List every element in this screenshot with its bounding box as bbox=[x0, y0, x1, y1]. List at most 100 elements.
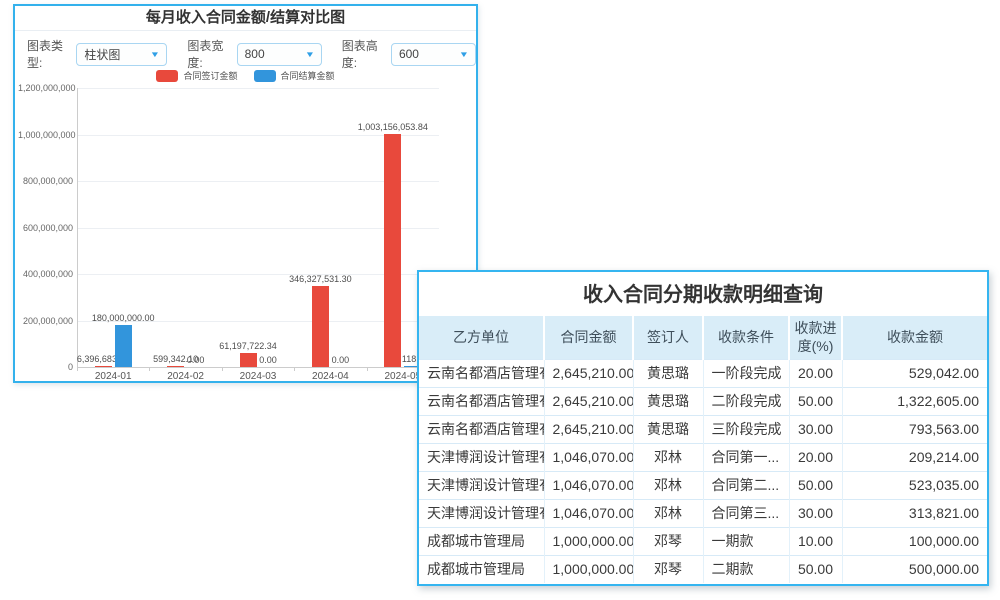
signer-cell: 邓琴 bbox=[633, 527, 703, 555]
bar-value-label: 0.00 bbox=[187, 355, 205, 365]
y-axis-tick-label: 600,000,000 bbox=[18, 223, 73, 233]
column-header[interactable]: 乙方单位 bbox=[419, 316, 544, 359]
party-b-link[interactable]: 天津博润设计管理有限公司 bbox=[419, 443, 544, 471]
progress-cell: 50.00 bbox=[789, 471, 842, 499]
y-axis-tick-label: 0 bbox=[18, 362, 73, 372]
bar-value-label: 1,003,156,053.84 bbox=[358, 122, 428, 132]
contract-amount-cell: 1,046,070.00 bbox=[544, 443, 633, 471]
amount-cell: 529,042.00 bbox=[842, 359, 987, 387]
amount-cell: 209,214.00 bbox=[842, 443, 987, 471]
progress-cell: 50.00 bbox=[789, 555, 842, 583]
table-body: 云南名都酒店管理有限公司2,645,210.00黄思璐一阶段完成20.00529… bbox=[419, 359, 987, 583]
contract-amount-cell: 1,000,000.00 bbox=[544, 555, 633, 583]
bar-合同签订金额 bbox=[384, 134, 401, 367]
amount-cell: 500,000.00 bbox=[842, 555, 987, 583]
signer-cell: 黄思璐 bbox=[633, 359, 703, 387]
x-axis-category-label: 2024-04 bbox=[312, 371, 349, 382]
condition-cell: 一阶段完成 bbox=[703, 359, 789, 387]
party-b-link[interactable]: 成都城市管理局 bbox=[419, 527, 544, 555]
gridline bbox=[77, 88, 439, 89]
y-axis-tick-label: 800,000,000 bbox=[18, 176, 73, 186]
progress-cell: 50.00 bbox=[789, 387, 842, 415]
amount-cell: 793,563.00 bbox=[842, 415, 987, 443]
installments-table: 乙方单位合同金额签订人收款条件收款进度(%)收款金额 云南名都酒店管理有限公司2… bbox=[419, 316, 987, 583]
signer-cell: 邓林 bbox=[633, 471, 703, 499]
condition-cell: 一期款 bbox=[703, 527, 789, 555]
contract-amount-cell: 2,645,210.00 bbox=[544, 359, 633, 387]
x-axis-tick bbox=[222, 367, 223, 371]
signer-cell: 邓林 bbox=[633, 499, 703, 527]
y-axis-tick-label: 1,000,000,000 bbox=[18, 130, 73, 140]
amount-cell: 313,821.00 bbox=[842, 499, 987, 527]
amount-cell: 1,322,605.00 bbox=[842, 387, 987, 415]
table-title: 收入合同分期收款明细查询 bbox=[419, 272, 987, 316]
party-b-link[interactable]: 天津博润设计管理有限公司 bbox=[419, 471, 544, 499]
table-row: 成都城市管理局1,000,000.00邓琴二期款50.00500,000.00 bbox=[419, 555, 987, 583]
progress-cell: 20.00 bbox=[789, 359, 842, 387]
x-axis-tick bbox=[367, 367, 368, 371]
bar-value-label: 61,197,722.34 bbox=[219, 341, 277, 351]
column-header[interactable]: 收款进度(%) bbox=[789, 316, 842, 359]
bar-合同签订金额 bbox=[240, 353, 257, 367]
column-header[interactable]: 签订人 bbox=[633, 316, 703, 359]
condition-cell: 二期款 bbox=[703, 555, 789, 583]
bar-value-label: 0.00 bbox=[259, 355, 277, 365]
table-row: 天津博润设计管理有限公司1,046,070.00邓林合同第二...50.0052… bbox=[419, 471, 987, 499]
x-axis-tick bbox=[77, 367, 78, 371]
contract-amount-cell: 1,000,000.00 bbox=[544, 527, 633, 555]
table-row: 成都城市管理局1,000,000.00邓琴一期款10.00100,000.00 bbox=[419, 527, 987, 555]
y-axis-tick-label: 200,000,000 bbox=[18, 316, 73, 326]
condition-cell: 合同第二... bbox=[703, 471, 789, 499]
condition-cell: 合同第三... bbox=[703, 499, 789, 527]
bar-chart: 1,200,000,000 1,000,000,000 800,000,000 600… bbox=[15, 6, 476, 381]
amount-cell: 523,035.00 bbox=[842, 471, 987, 499]
bar-合同签订金额 bbox=[95, 366, 112, 367]
x-axis-category-label: 2024-02 bbox=[167, 371, 204, 382]
contract-amount-cell: 2,645,210.00 bbox=[544, 387, 633, 415]
progress-cell: 20.00 bbox=[789, 443, 842, 471]
party-b-link[interactable]: 天津博润设计管理有限公司 bbox=[419, 499, 544, 527]
signer-cell: 邓琴 bbox=[633, 555, 703, 583]
bar-合同签订金额 bbox=[167, 366, 184, 367]
table-row: 云南名都酒店管理有限公司2,645,210.00黄思璐三阶段完成30.00793… bbox=[419, 415, 987, 443]
signer-cell: 黄思璐 bbox=[633, 415, 703, 443]
x-axis-tick bbox=[149, 367, 150, 371]
column-header[interactable]: 收款金额 bbox=[842, 316, 987, 359]
contract-amount-cell: 2,645,210.00 bbox=[544, 415, 633, 443]
bar-value-label: 0.00 bbox=[332, 355, 350, 365]
bar-value-label: 180,000,000.00 bbox=[92, 313, 155, 323]
progress-cell: 30.00 bbox=[789, 415, 842, 443]
contract-amount-cell: 1,046,070.00 bbox=[544, 499, 633, 527]
table-header-row: 乙方单位合同金额签订人收款条件收款进度(%)收款金额 bbox=[419, 316, 987, 359]
y-axis-tick-label: 1,200,000,000 bbox=[18, 83, 73, 93]
party-b-link[interactable]: 云南名都酒店管理有限公司 bbox=[419, 359, 544, 387]
amount-cell: 100,000.00 bbox=[842, 527, 987, 555]
column-header[interactable]: 合同金额 bbox=[544, 316, 633, 359]
chart-panel: 每月收入合同金额/结算对比图 图表类型:柱状图▼图表宽度:800▼图表高度:60… bbox=[13, 4, 478, 383]
signer-cell: 邓林 bbox=[633, 443, 703, 471]
condition-cell: 三阶段完成 bbox=[703, 415, 789, 443]
bar-合同签订金额 bbox=[312, 286, 329, 367]
progress-cell: 30.00 bbox=[789, 499, 842, 527]
party-b-link[interactable]: 云南名都酒店管理有限公司 bbox=[419, 415, 544, 443]
y-axis-tick-label: 400,000,000 bbox=[18, 269, 73, 279]
x-axis bbox=[77, 367, 439, 368]
x-axis-category-label: 2024-05 bbox=[384, 371, 421, 382]
condition-cell: 二阶段完成 bbox=[703, 387, 789, 415]
bar-value-label: 346,327,531.30 bbox=[289, 274, 352, 284]
party-b-link[interactable]: 云南名都酒店管理有限公司 bbox=[419, 387, 544, 415]
progress-cell: 10.00 bbox=[789, 527, 842, 555]
x-axis-tick bbox=[294, 367, 295, 371]
query-table-panel: 收入合同分期收款明细查询 乙方单位合同金额签订人收款条件收款进度(%)收款金额 … bbox=[417, 270, 989, 586]
table-row: 云南名都酒店管理有限公司2,645,210.00黄思璐一阶段完成20.00529… bbox=[419, 359, 987, 387]
x-axis-category-label: 2024-03 bbox=[240, 371, 277, 382]
signer-cell: 黄思璐 bbox=[633, 387, 703, 415]
table-row: 天津博润设计管理有限公司1,046,070.00邓林合同第一...20.0020… bbox=[419, 443, 987, 471]
table-row: 云南名都酒店管理有限公司2,645,210.00黄思璐二阶段完成50.001,3… bbox=[419, 387, 987, 415]
party-b-link[interactable]: 成都城市管理局 bbox=[419, 555, 544, 583]
y-axis bbox=[77, 88, 78, 367]
contract-amount-cell: 1,046,070.00 bbox=[544, 471, 633, 499]
condition-cell: 合同第一... bbox=[703, 443, 789, 471]
column-header[interactable]: 收款条件 bbox=[703, 316, 789, 359]
table-row: 天津博润设计管理有限公司1,046,070.00邓林合同第三...30.0031… bbox=[419, 499, 987, 527]
